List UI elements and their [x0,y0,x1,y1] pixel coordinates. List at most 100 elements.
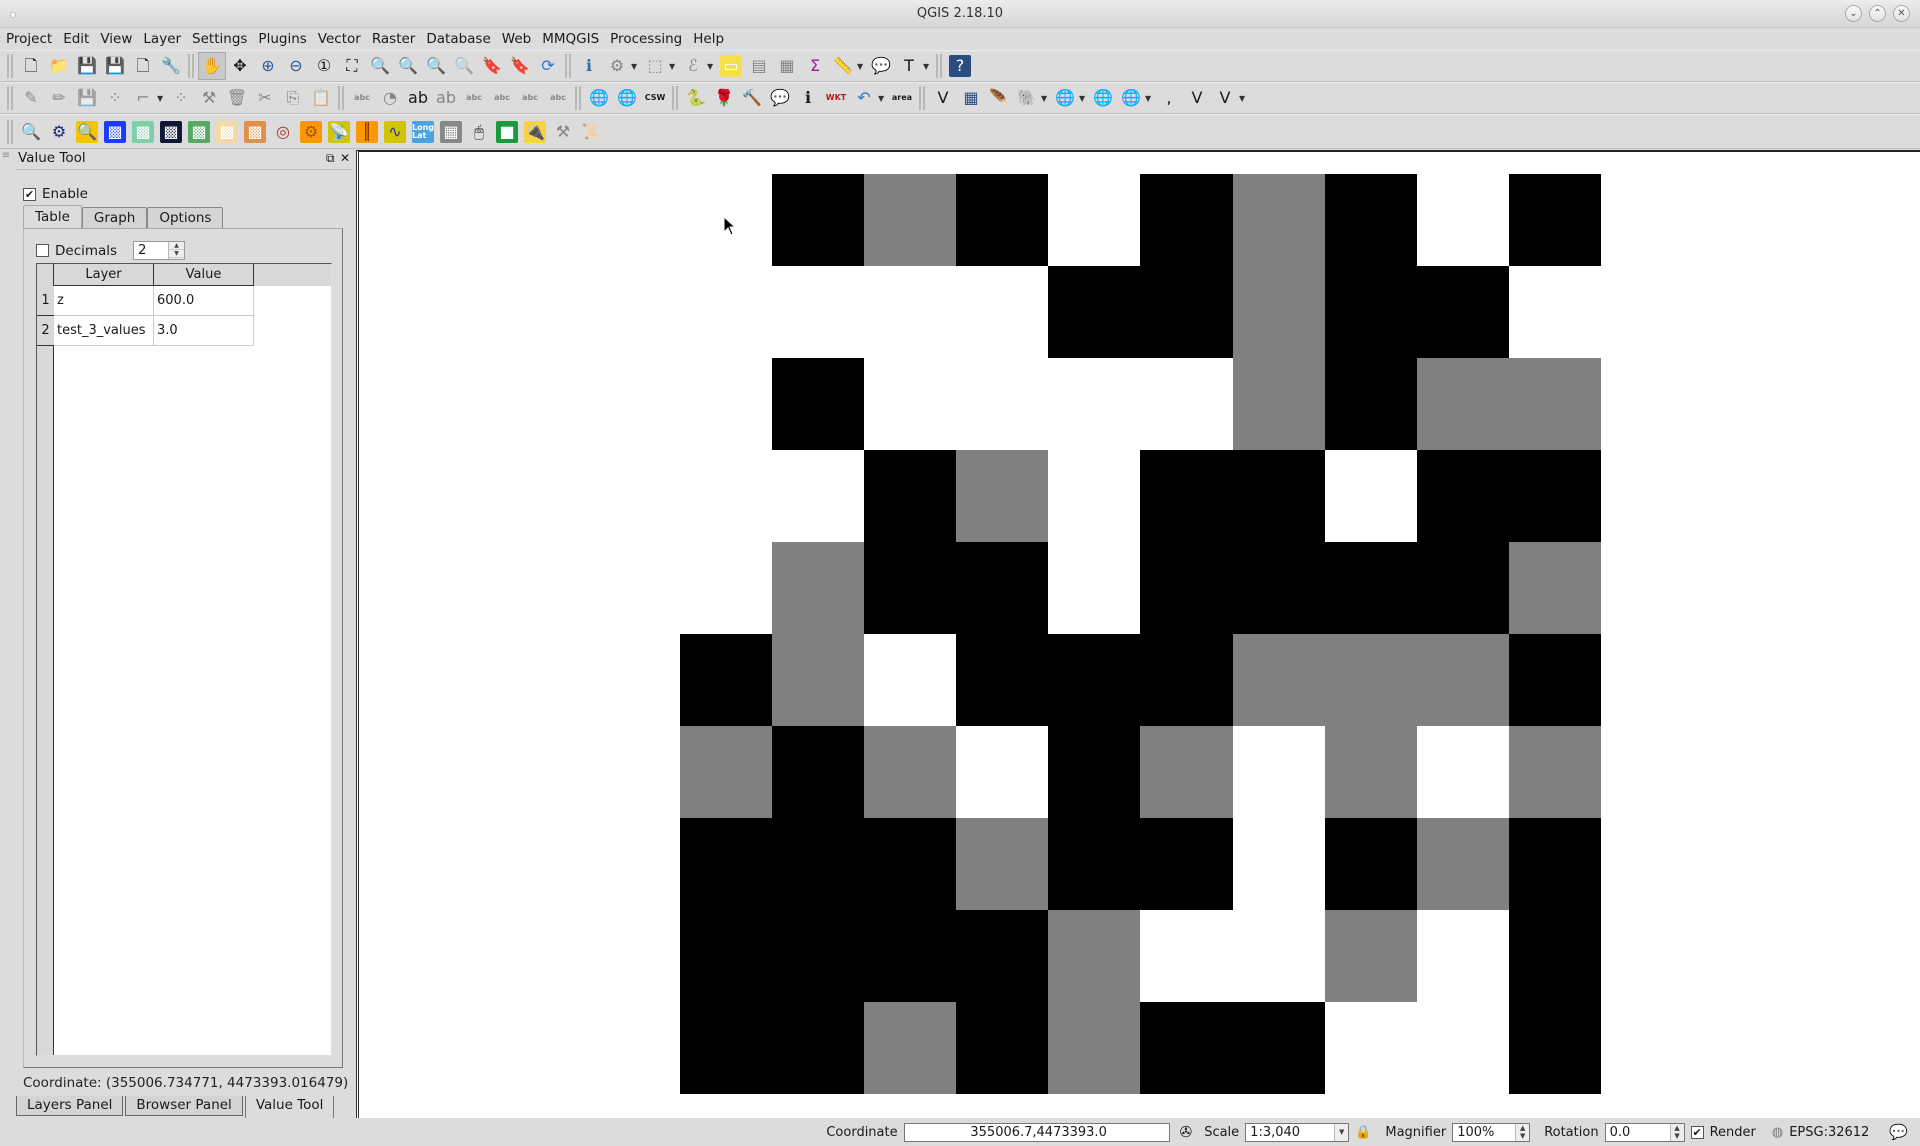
network-plugin-button[interactable]: ▩ [101,118,129,146]
spiral-plugin-button[interactable]: ◎ [269,118,297,146]
minimize-button[interactable]: ⌄ [1845,5,1862,22]
dock-grip-icon[interactable]: ≡ [0,150,12,180]
plugin-builder-button[interactable]: 🔨 [738,84,766,112]
crs-button[interactable]: EPSG:32612 [1789,1125,1869,1140]
attribute-table-button[interactable]: ▤ [745,52,773,80]
menu-edit[interactable]: Edit [63,28,95,50]
tab-graph[interactable]: Graph [81,207,148,228]
search-plugin-button[interactable]: 🔍 [73,118,101,146]
magnifier-spin-arrows[interactable]: ▲ ▼ [1515,1123,1530,1141]
zoom-last-button[interactable]: 🔍 [422,52,450,80]
raster-calc-button[interactable]: ■ [493,118,521,146]
zoom-full-button[interactable]: ⛶ [338,52,366,80]
menu-raster[interactable]: Raster [372,28,422,50]
column-header-layer[interactable]: Layer [54,264,154,286]
dropdown-arrow-icon[interactable]: ▼ [857,62,867,71]
menu-processing[interactable]: Processing [610,28,688,50]
georeferencer-button[interactable]: ▦ [437,118,465,146]
dropdown-arrow-icon[interactable]: ▼ [157,94,167,103]
map-canvas[interactable] [356,150,1920,1118]
metasearch-button[interactable]: 🌐 [613,84,641,112]
current-edits-button[interactable]: ✎ [17,84,45,112]
dropdown-arrow-icon[interactable]: ▼ [878,94,888,103]
show-hide-labels-button[interactable]: abc [460,84,488,112]
delete-selected-button[interactable]: 🗑 [223,84,251,112]
image-plugin-button[interactable]: ▩ [157,118,185,146]
raster-plugin-button[interactable]: ▩ [129,118,157,146]
dropdown-arrow-icon[interactable]: ▼ [1239,94,1249,103]
add-wms-button[interactable]: 🌐 [585,84,613,112]
field-calculator-button[interactable]: ▦ [773,52,801,80]
table-cell-layer[interactable]: z [54,286,154,316]
edit-tool-button[interactable]: ⚒ [195,84,223,112]
coordinate-capture-button[interactable]: 🖱 [465,118,493,146]
menu-mmqgis[interactable]: MMQGIS [542,28,605,50]
pan-button[interactable]: ✋ [198,52,226,80]
decimals-spinbox[interactable]: 2 ▲ ▼ [133,241,186,260]
zoom-in-button[interactable]: ⊕ [254,52,282,80]
menu-web[interactable]: Web [502,28,537,50]
undo-button[interactable]: ↶ [850,84,878,112]
row-number[interactable]: 1 [37,286,54,316]
table-cell-layer[interactable]: test_3_values [54,316,154,346]
profile-tool-button[interactable]: ∿ [381,118,409,146]
run-action-button[interactable]: ⚙ [603,52,631,80]
render-checkbox[interactable]: ✔ [1690,1125,1704,1139]
add-spatialite-layer-button[interactable]: 🪶 [985,84,1013,112]
add-virtual-layer-button[interactable]: V [1183,84,1211,112]
new-print-composer-button[interactable]: 🗋 [129,52,157,80]
save-as-button[interactable]: 💾 [101,52,129,80]
menu-plugins[interactable]: Plugins [258,28,312,50]
rotation-spinbox[interactable]: 0.0 ▲ ▼ [1604,1122,1685,1142]
dropdown-arrow-icon[interactable]: ▼ [631,62,641,71]
pin-labels-button[interactable]: ab [404,84,432,112]
tab-table[interactable]: Table [23,205,82,229]
table-cell-value[interactable]: 3.0 [154,316,254,346]
change-label-button[interactable]: abc [544,84,572,112]
menu-settings[interactable]: Settings [192,28,253,50]
add-delimited-text-button[interactable]: , [1155,84,1183,112]
save-project-button[interactable]: 💾 [73,52,101,80]
spin-up-icon[interactable]: ▲ [169,242,185,250]
annotation-button[interactable]: 💬 [766,84,794,112]
refresh-button[interactable]: ⟳ [534,52,562,80]
move-feature-button[interactable]: ⁘ [167,84,195,112]
dropdown-arrow-icon[interactable]: ▼ [1041,94,1051,103]
csw-button[interactable]: CSW [641,84,669,112]
table-cell-value[interactable]: 600.0 [154,286,254,316]
diagram-options-button[interactable]: ◔ [376,84,404,112]
close-button[interactable]: ✕ [1893,5,1910,22]
cut-features-button[interactable]: ✂ [251,84,279,112]
zoom-out-button[interactable]: ⊖ [282,52,310,80]
area-button[interactable]: area [888,84,916,112]
dropdown-arrow-icon[interactable]: ▼ [669,62,679,71]
pan-to-selection-button[interactable]: ✥ [226,52,254,80]
menu-layer[interactable]: Layer [143,28,187,50]
rotate-label-button[interactable]: abc [516,84,544,112]
add-vector-layer-button[interactable]: V [929,84,957,112]
menu-help[interactable]: Help [693,28,730,50]
tab-options[interactable]: Options [147,207,224,228]
satellite-plugin-button[interactable]: 📡 [325,118,353,146]
chevron-down-icon[interactable]: ▼ [1334,1123,1349,1141]
paste-features-button[interactable]: 📋 [307,84,335,112]
row-number[interactable]: 2 [37,316,54,346]
tab-browser-panel[interactable]: Browser Panel [125,1096,243,1116]
toolbar-grip[interactable] [7,86,13,110]
add-wfs-layer-button[interactable]: 🌐 [1117,84,1145,112]
layer-labeling-button[interactable]: abc [348,84,376,112]
toolbar-grip[interactable] [7,119,13,144]
magnifier-spinbox[interactable]: 100% ▲ ▼ [1452,1122,1531,1142]
new-project-button[interactable]: 🗋 [17,52,45,80]
add-wcs-layer-button[interactable]: 🌐 [1089,84,1117,112]
wkt-button[interactable]: WKT [822,84,850,112]
show-bookmarks-button[interactable]: 🔖 [506,52,534,80]
zoom-native-button[interactable]: ① [310,52,338,80]
measure-button[interactable]: 📏 [829,52,857,80]
dropdown-arrow-icon[interactable]: ▼ [1145,94,1155,103]
geo-search-button[interactable]: 🔍 [17,118,45,146]
heatmap-plugin-button[interactable]: ▩ [213,118,241,146]
add-postgis-layer-button[interactable]: 🐘 [1013,84,1041,112]
value-tool-button[interactable]: ║ [353,118,381,146]
enable-checkbox[interactable]: ✔ [23,187,36,201]
